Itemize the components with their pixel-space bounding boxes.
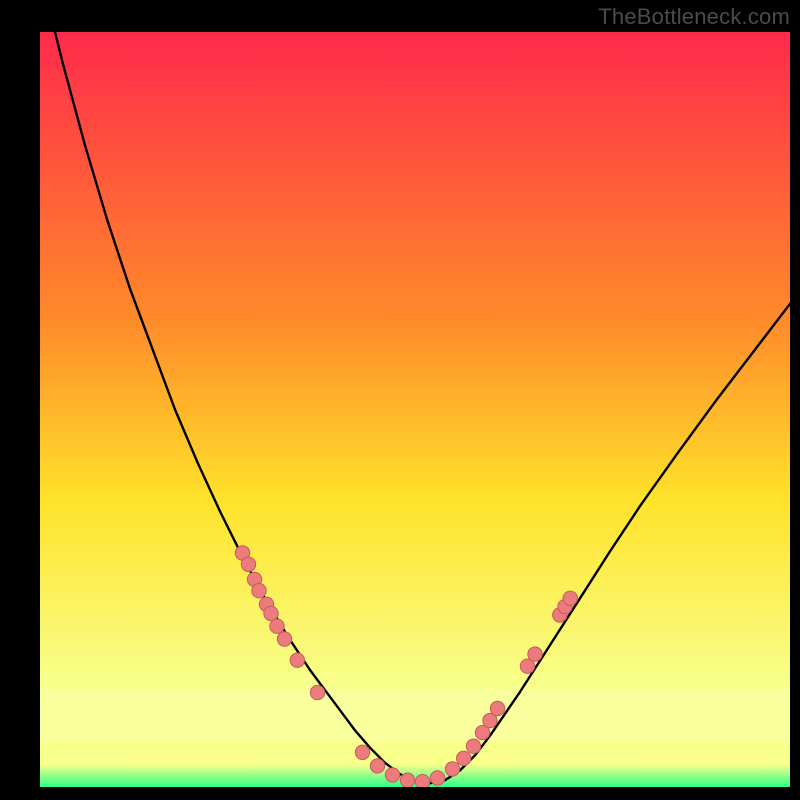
data-point — [415, 775, 429, 788]
chart-stage: TheBottleneck.com — [0, 0, 800, 800]
data-point — [252, 584, 266, 598]
data-point — [277, 632, 291, 646]
plot-area — [40, 32, 790, 787]
data-point — [466, 739, 480, 753]
data-point — [400, 773, 414, 787]
data-point — [355, 745, 369, 759]
data-point — [241, 557, 255, 571]
data-point — [385, 768, 399, 782]
chart-svg — [40, 32, 790, 787]
data-point — [290, 653, 304, 667]
data-point — [430, 771, 444, 785]
data-point — [528, 647, 542, 661]
data-point — [445, 762, 459, 776]
data-point — [310, 685, 324, 699]
data-point — [490, 701, 504, 715]
watermark-text: TheBottleneck.com — [598, 4, 790, 30]
data-point — [563, 591, 577, 605]
data-point — [457, 751, 471, 765]
data-point — [270, 619, 284, 633]
data-point — [370, 759, 384, 773]
data-point — [264, 606, 278, 620]
